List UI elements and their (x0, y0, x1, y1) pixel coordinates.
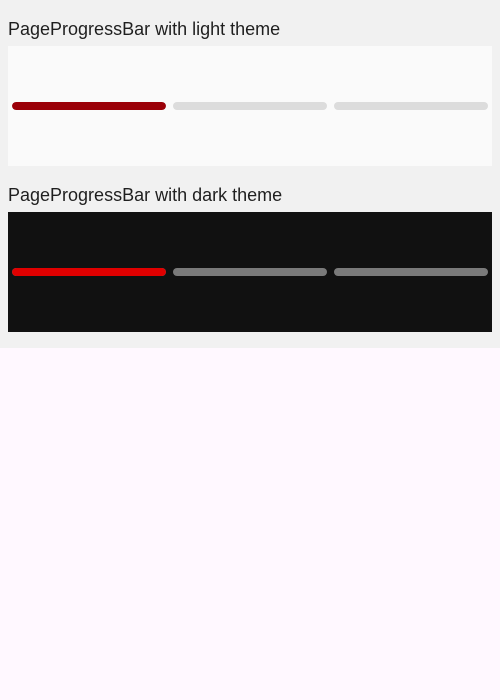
light-page-segment-3 (334, 102, 488, 110)
light-theme-demo (8, 46, 492, 166)
dark-page-progress-bar (12, 268, 488, 276)
light-theme-title: PageProgressBar with light theme (8, 19, 281, 39)
dark-page-segment-3 (334, 268, 488, 276)
light-page-segment-1 (12, 102, 166, 110)
dark-page-segment-1 (12, 268, 166, 276)
light-page-segment-1-fill (12, 102, 166, 110)
preview-panel: PageProgressBar with light theme PagePro… (0, 0, 500, 348)
light-page-segment-2 (173, 102, 327, 110)
light-page-progress-bar (12, 102, 488, 110)
dark-theme-title: PageProgressBar with dark theme (8, 185, 283, 205)
dark-page-segment-1-fill (12, 268, 166, 276)
dark-theme-demo (8, 212, 492, 332)
dark-page-segment-2 (173, 268, 327, 276)
